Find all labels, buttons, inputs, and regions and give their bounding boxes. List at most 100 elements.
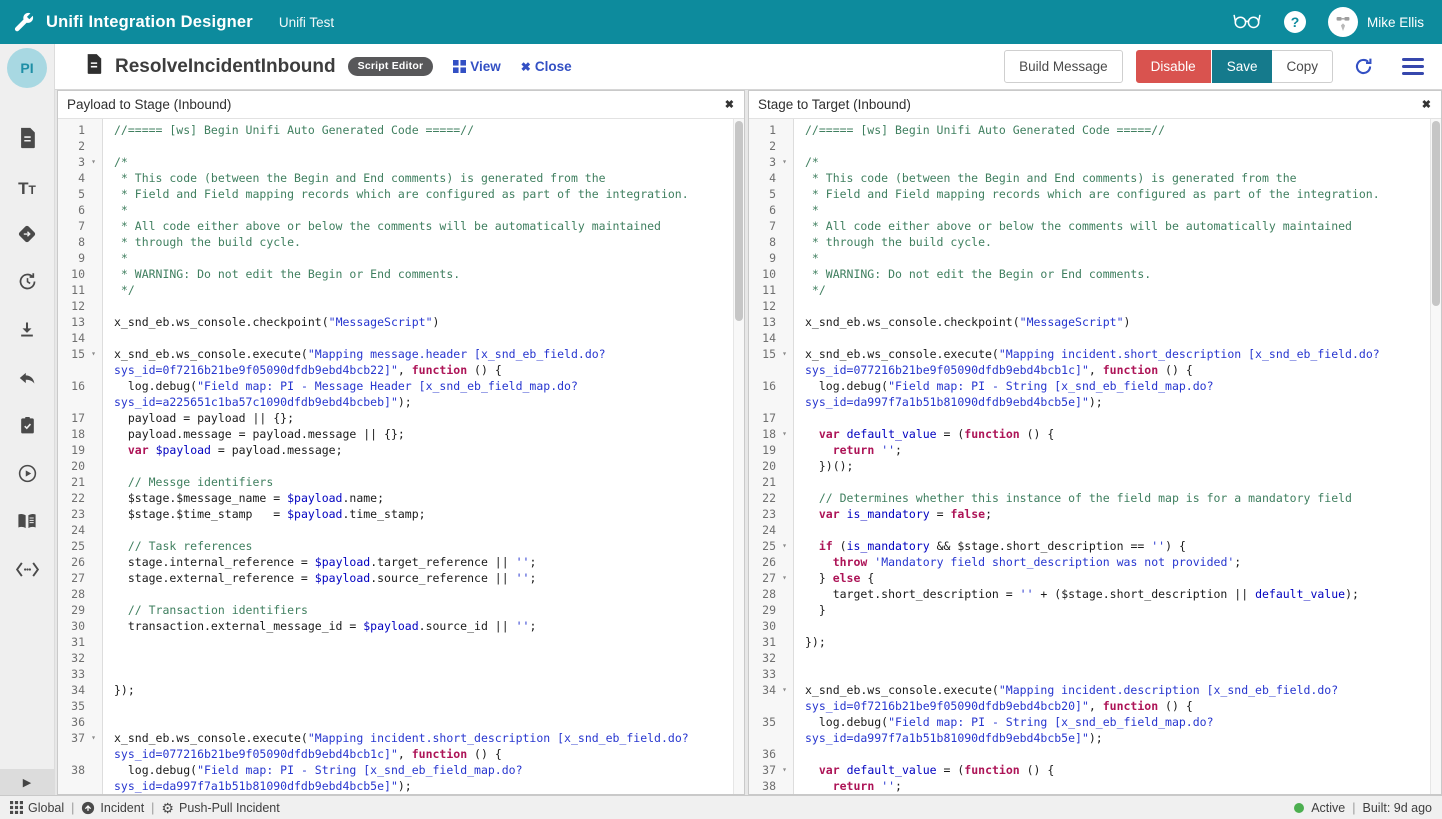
- code-row: 11 */: [58, 282, 744, 298]
- panel-close-icon[interactable]: ✖: [725, 98, 744, 111]
- gutter-cell: 35: [749, 714, 793, 730]
- line-number: 32: [71, 651, 85, 665]
- fold-toggle-icon: [85, 362, 102, 378]
- sidebar-item-document[interactable]: [0, 116, 54, 164]
- build-message-button[interactable]: Build Message: [1004, 50, 1123, 83]
- fold-toggle-icon: [776, 138, 793, 154]
- line-number: 28: [71, 587, 85, 601]
- help-icon[interactable]: ?: [1283, 11, 1306, 33]
- fold-toggle-icon: [776, 122, 793, 138]
- line-number: [750, 362, 776, 378]
- fold-toggle-icon: [776, 650, 793, 666]
- directions-icon: [16, 223, 38, 250]
- code-row: 20 })();: [749, 458, 1441, 474]
- code-row: 38 log.debug("Field map: PI - String [x_…: [58, 762, 744, 778]
- fold-toggle-icon: [776, 314, 793, 330]
- code-text: * Field and Field mapping records which …: [114, 187, 689, 201]
- sidebar-item-directions[interactable]: [0, 212, 54, 260]
- code-text: }: [805, 603, 826, 617]
- code-text: * This code (between the Begin and End c…: [114, 171, 606, 185]
- line-number: 8: [78, 235, 85, 249]
- copy-button[interactable]: Copy: [1272, 50, 1333, 83]
- fold-toggle-icon: [85, 186, 102, 202]
- line-number: 22: [762, 491, 776, 505]
- line-number: 12: [762, 299, 776, 313]
- line-number: 24: [71, 523, 85, 537]
- fold-toggle-icon[interactable]: ▾: [776, 570, 793, 586]
- scrollbar-thumb[interactable]: [1432, 121, 1440, 306]
- fold-toggle-icon[interactable]: ▾: [776, 154, 793, 170]
- gutter-cell: 26: [749, 554, 793, 570]
- fold-toggle-icon: [85, 314, 102, 330]
- scrollbar[interactable]: [733, 119, 744, 794]
- fold-toggle-icon: [776, 554, 793, 570]
- gutter-cell: 37 ▾: [58, 730, 102, 746]
- sidebar-item-tasks[interactable]: [0, 404, 54, 452]
- gutter-cell: 13: [58, 314, 102, 330]
- integration-link[interactable]: ⚙ Push-Pull Incident: [161, 801, 279, 815]
- gutter-cell: 37 ▾: [749, 762, 793, 778]
- code-row: 30: [749, 618, 1441, 634]
- close-button[interactable]: ✖ Close: [521, 59, 572, 74]
- status-bar: Global | Incident | ⚙ Push-Pull Incident…: [0, 795, 1442, 819]
- fold-toggle-icon: [85, 138, 102, 154]
- sidebar-item-code[interactable]: [0, 548, 54, 596]
- code-row: 13 x_snd_eb.ws_console.checkpoint("Messag…: [749, 314, 1441, 330]
- fold-toggle-icon[interactable]: ▾: [85, 346, 102, 362]
- gutter-cell: [749, 394, 793, 410]
- line-number: 32: [762, 651, 776, 665]
- scope-link[interactable]: Global: [10, 801, 64, 815]
- user-menu[interactable]: Mike Ellis: [1327, 7, 1424, 37]
- gutter-cell: 8: [749, 234, 793, 250]
- fold-toggle-icon: [85, 506, 102, 522]
- disable-button[interactable]: Disable: [1135, 50, 1211, 83]
- code-text: })();: [805, 459, 854, 473]
- sidebar-item-history[interactable]: [0, 260, 54, 308]
- view-button[interactable]: View: [453, 59, 501, 74]
- panel-close-icon[interactable]: ✖: [1422, 98, 1441, 111]
- sidebar-item-book[interactable]: [0, 500, 54, 548]
- play-circle-icon: [17, 463, 38, 489]
- gutter-cell: 38: [749, 778, 793, 794]
- gutter-cell: 5: [749, 186, 793, 202]
- code-text: *: [805, 203, 819, 217]
- sidebar-item-download[interactable]: [0, 308, 54, 356]
- grid-icon: [453, 60, 467, 73]
- line-number: 34: [762, 683, 776, 697]
- code-text: var default_value = (function () {: [818, 763, 1055, 777]
- code-row: 33: [58, 666, 744, 682]
- code-editor[interactable]: 1 //===== [ws] Begin Unifi Auto Generated…: [58, 119, 744, 794]
- fold-toggle-icon[interactable]: ▾: [85, 154, 102, 170]
- fold-toggle-icon[interactable]: ▾: [776, 426, 793, 442]
- code-text: return '';: [832, 443, 902, 457]
- scrollbar-thumb[interactable]: [735, 121, 743, 321]
- fold-toggle-icon[interactable]: ▾: [776, 346, 793, 362]
- sidebar-item-text-format[interactable]: TT: [0, 164, 54, 212]
- scrollbar[interactable]: [1430, 119, 1441, 794]
- panel-title: Stage to Target (Inbound): [758, 97, 911, 112]
- fold-toggle-icon[interactable]: ▾: [776, 682, 793, 698]
- gutter-cell: 23: [749, 506, 793, 522]
- line-number: 19: [762, 443, 776, 457]
- code-row: 7 * All code either above or below the c…: [749, 218, 1441, 234]
- app-link[interactable]: Incident: [81, 801, 144, 815]
- sidebar-item-play[interactable]: [0, 452, 54, 500]
- glasses-icon[interactable]: [1232, 10, 1262, 35]
- fold-toggle-icon[interactable]: ▾: [776, 762, 793, 778]
- fold-toggle-icon: [85, 410, 102, 426]
- fold-toggle-icon: [776, 378, 793, 394]
- workspace-avatar[interactable]: PI: [7, 48, 47, 88]
- fold-toggle-icon[interactable]: ▾: [85, 730, 102, 746]
- code-row: 37 ▾ x_snd_eb.ws_console.execute("Mapping …: [58, 730, 744, 746]
- sidebar-expand-button[interactable]: ▶: [0, 769, 54, 795]
- code-text: payload.message = payload.message || {};: [114, 427, 405, 441]
- fold-toggle-icon[interactable]: ▾: [776, 538, 793, 554]
- save-button[interactable]: Save: [1211, 50, 1273, 83]
- code-editor[interactable]: 1 //===== [ws] Begin Unifi Auto Generated…: [749, 119, 1441, 794]
- refresh-icon[interactable]: [1353, 56, 1374, 77]
- code-row: 23 $stage.$time_stamp = $payload.time_st…: [58, 506, 744, 522]
- sidebar-item-undo[interactable]: [0, 356, 54, 404]
- menu-icon[interactable]: [1400, 56, 1426, 77]
